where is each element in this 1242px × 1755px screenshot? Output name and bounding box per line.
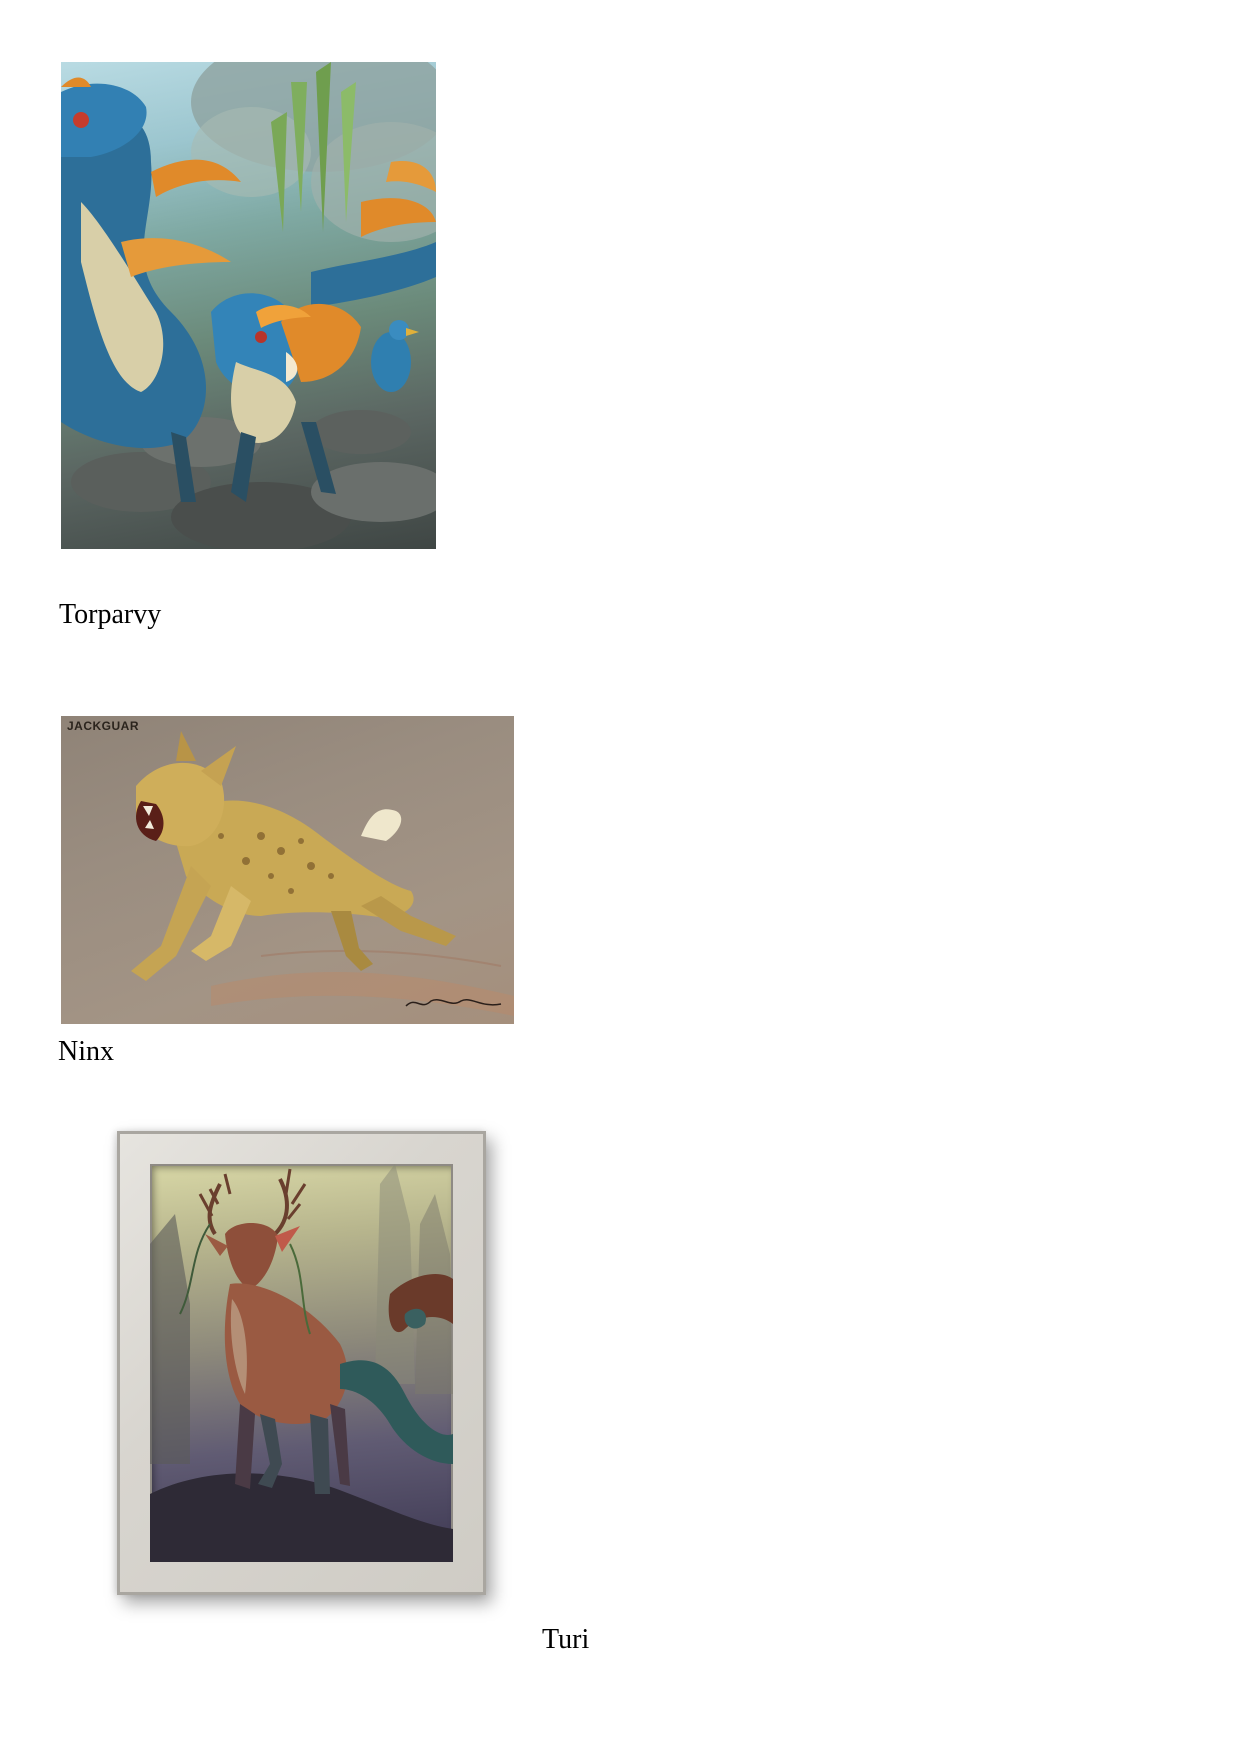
turi-artwork [150, 1164, 453, 1562]
ninx-caption: Ninx [58, 1036, 114, 1067]
document-page: Torparvy JACKGUAR Ninx Turi [0, 0, 1242, 1755]
turi-caption: Turi [542, 1624, 590, 1655]
ninx-image: JACKGUAR [61, 716, 514, 1024]
torparvy-artwork [61, 62, 436, 549]
turi-picture-frame [117, 1131, 486, 1595]
jackguar-wordmark: JACKGUAR [67, 719, 140, 733]
torparvy-caption: Torparvy [59, 599, 162, 630]
turi-image [150, 1164, 453, 1562]
torparvy-image [61, 62, 436, 549]
ninx-artwork [131, 731, 514, 1016]
